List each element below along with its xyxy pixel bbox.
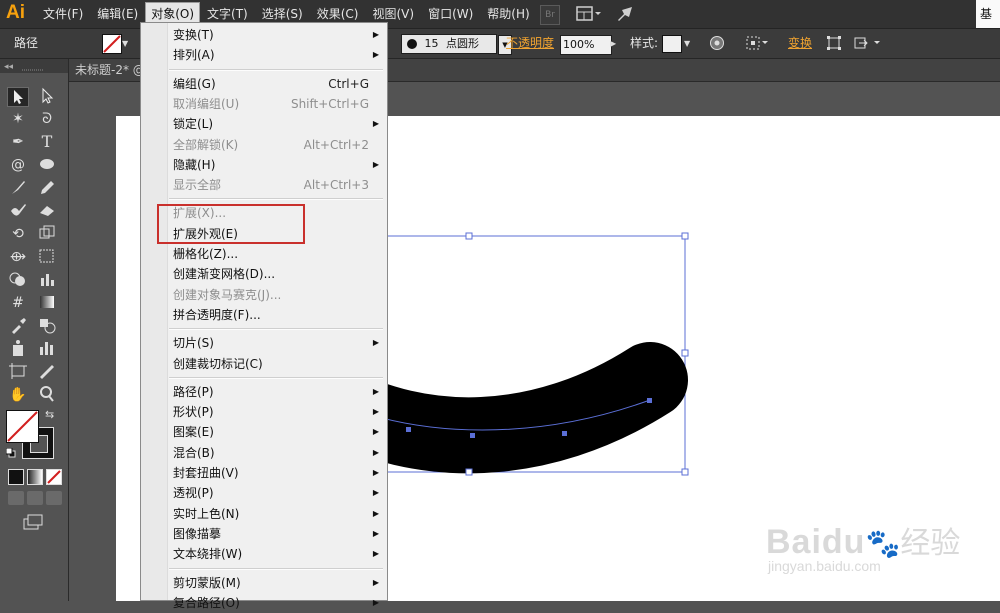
menu-option-label: 路径(P) [173, 384, 214, 399]
menu-option-shortcut: Ctrl+G [328, 76, 369, 91]
menu-option-label: 锁定(L) [173, 117, 214, 132]
menu-option-label: 封套扭曲(V) [173, 466, 239, 480]
highlight-annotation-box [157, 204, 305, 244]
bbox-handle [681, 349, 689, 357]
menu-option-shortcut: Shift+Ctrl+G [290, 96, 369, 111]
menu-option[interactable]: 切片(S) ▶ [141, 333, 387, 353]
menu-option[interactable]: 透视(P) ▶ [141, 483, 387, 503]
menu-option[interactable]: 变换(T) ▶ [141, 25, 387, 45]
menu-option-label: 拼合透明度(F)... [173, 307, 261, 322]
menu-option[interactable]: 剪切蒙版(M) ▶ [141, 573, 387, 593]
menu-option-label: 隐藏(H) [173, 157, 216, 172]
menu-option[interactable]: 创建对象马赛克(J)... [141, 285, 387, 305]
anchor-point [406, 427, 411, 432]
menu-option-label: 排列(A) [173, 48, 215, 63]
submenu-arrow-icon: ▶ [372, 338, 379, 348]
bbox-handle [681, 232, 689, 240]
menu-option[interactable]: 路径(P) ▶ [141, 382, 387, 402]
menu-option-label: 创建对象马赛克(J)... [173, 287, 282, 302]
menu-option[interactable]: 排列(A) ▶ [141, 45, 387, 65]
menu-option-label: 编组(G) [173, 76, 216, 91]
submenu-arrow-icon: ▶ [372, 407, 379, 417]
menu-option[interactable]: 编组(G) Ctrl+G [141, 74, 387, 94]
submenu-arrow-icon: ▶ [372, 597, 379, 607]
menu-option-label: 形状(P) [173, 405, 214, 420]
watermark-paw-icon: 🐾 [865, 528, 901, 559]
menu-option-shortcut: Alt+Ctrl+2 [303, 137, 369, 152]
submenu-arrow-icon: ▶ [372, 119, 379, 129]
menu-option[interactable]: 栅格化(Z)... [141, 244, 387, 264]
menu-option[interactable]: 复合路径(O) ▶ [141, 593, 387, 613]
menu-option-label: 变换(T) [173, 28, 214, 42]
menu-option-shortcut: Alt+Ctrl+3 [303, 178, 369, 193]
object-menu-dropdown: 变换(T) ▶ 排列(A) ▶ 编组(G) Ctrl+G 取消编组(U) Shift+Ctrl… [140, 22, 388, 610]
menu-option-label: 混合(B) [173, 445, 215, 460]
submenu-arrow-icon: ▶ [372, 50, 379, 60]
menu-option-label: 图案(E) [173, 425, 214, 440]
menu-option[interactable]: 创建裁切标记(C) [141, 354, 387, 374]
menu-option[interactable]: 图案(E) ▶ [141, 422, 387, 442]
submenu-arrow-icon: ▶ [372, 427, 379, 437]
menu-option-label: 栅格化(Z)... [173, 247, 239, 261]
anchor-point [562, 431, 567, 436]
menu-option[interactable]: 创建渐变网格(D)... [141, 264, 387, 284]
menu-option[interactable]: 隐藏(H) ▶ [141, 155, 387, 175]
menu-option[interactable]: 实时上色(N) ▶ [141, 504, 387, 524]
menu-option[interactable]: 混合(B) ▶ [141, 443, 387, 463]
anchor-point [647, 398, 652, 403]
menu-option[interactable]: 拼合透明度(F)... [141, 305, 387, 325]
menu-option-label: 复合路径(O) [173, 595, 240, 610]
menu-option-label: 取消编组(U) [173, 96, 240, 111]
submenu-arrow-icon: ▶ [372, 30, 379, 39]
menu-option-label: 图像描摹 [173, 526, 222, 541]
menu-option-label: 创建渐变网格(D)... [173, 267, 276, 282]
menu-option[interactable]: 显示全部 Alt+Ctrl+3 [141, 175, 387, 195]
bbox-handle [681, 468, 689, 476]
menu-option-label: 剪切蒙版(M) [173, 575, 241, 590]
watermark-url: jingyan.baidu.com [768, 558, 881, 574]
submenu-arrow-icon: ▶ [372, 447, 379, 457]
submenu-arrow-icon: ▶ [372, 577, 379, 587]
menu-option[interactable]: 文本绕排(W) ▶ [141, 544, 387, 564]
submenu-arrow-icon: ▶ [372, 528, 379, 538]
menu-option-label: 显示全部 [173, 178, 222, 193]
menu-option-label: 文本绕排(W) [173, 547, 243, 562]
submenu-arrow-icon: ▶ [372, 386, 379, 396]
menu-option[interactable]: 全部解锁(K) Alt+Ctrl+2 [141, 135, 387, 155]
menu-separator [169, 198, 383, 201]
menu-separator [169, 328, 383, 331]
menu-separator [169, 567, 383, 570]
menu-option-label: 实时上色(N) [173, 506, 240, 521]
watermark-brand: Baidu [766, 523, 866, 561]
menu-separator [169, 376, 383, 379]
baidu-watermark: Baidu🐾经验 jingyan.baidu.com [766, 518, 960, 574]
submenu-arrow-icon: ▶ [372, 159, 379, 169]
menu-option[interactable]: 锁定(L) ▶ [141, 114, 387, 134]
menu-option-label: 切片(S) [173, 336, 214, 351]
submenu-arrow-icon: ▶ [372, 468, 379, 477]
menu-separator [169, 68, 383, 71]
bbox-handle [465, 468, 473, 476]
menu-option-label: 全部解锁(K) [173, 137, 239, 152]
menu-option[interactable]: 图像描摹 ▶ [141, 524, 387, 544]
menu-option[interactable]: 取消编组(U) Shift+Ctrl+G [141, 94, 387, 114]
bbox-handle [465, 232, 473, 240]
menu-option[interactable]: 封套扭曲(V) ▶ [141, 463, 387, 483]
menu-option-label: 透视(P) [173, 486, 214, 501]
menu-option[interactable]: 形状(P) ▶ [141, 402, 387, 422]
menu-option-label: 创建裁切标记(C) [173, 356, 263, 371]
submenu-arrow-icon: ▶ [372, 549, 379, 559]
watermark-brand-cn: 经验 [900, 527, 961, 560]
anchor-point [470, 433, 475, 438]
submenu-arrow-icon: ▶ [372, 488, 379, 498]
submenu-arrow-icon: ▶ [372, 508, 379, 518]
